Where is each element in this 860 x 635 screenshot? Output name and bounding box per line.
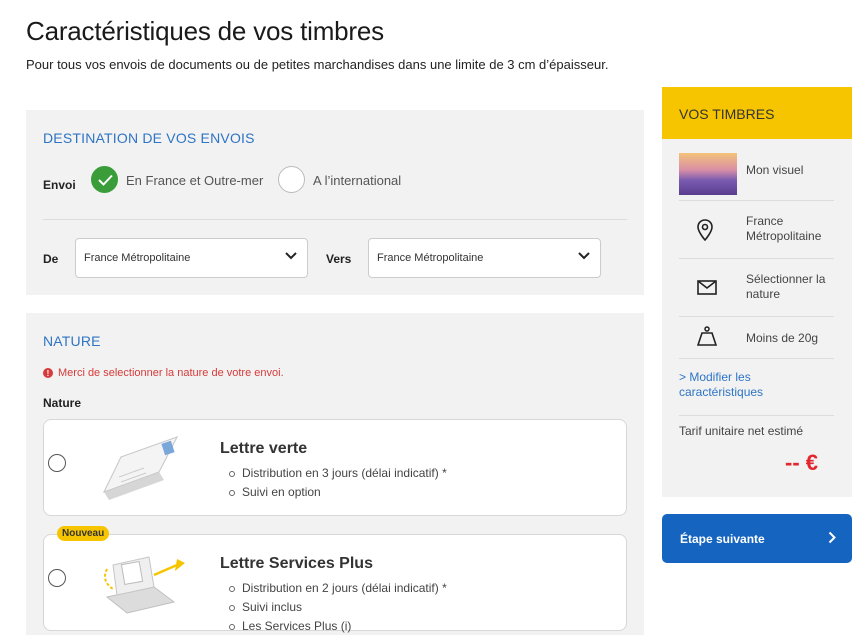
card-title-lettre-services-plus: Lettre Services Plus xyxy=(220,555,373,572)
nature-panel: NATURE ! Merci de selectionner la nature… xyxy=(26,313,644,635)
check-icon xyxy=(98,174,113,186)
sidebar-row-nature: Sélectionner la nature xyxy=(679,259,834,317)
destination-divider xyxy=(43,219,627,220)
sidebar-row-destination: France Métropolitaine xyxy=(679,201,834,259)
envelope-icon xyxy=(697,280,717,295)
nature-error-text: Merci de selectionner la nature de votre… xyxy=(58,367,284,379)
nature-card-lettre-services-plus[interactable]: Nouveau Lettre Services Plus Distributio… xyxy=(43,526,627,633)
nature-label: Nature xyxy=(43,396,82,410)
lettre-services-plus-features: Distribution en 2 jours (délai indicatif… xyxy=(229,579,447,635)
vers-label: Vers xyxy=(326,252,352,266)
envelope-illustration xyxy=(103,436,179,500)
de-select[interactable]: France Métropolitaine xyxy=(75,238,308,278)
lettre-verte-features: Distribution en 3 jours (délai indicatif… xyxy=(229,464,447,502)
laptop-letter-illustration xyxy=(104,556,185,614)
sidebar-nature-text: Sélectionner la nature xyxy=(746,272,826,301)
page-subtitle: Pour tous vos envois de documents ou de … xyxy=(26,57,609,72)
next-step-label: Étape suivante xyxy=(680,532,765,546)
nature-error-message: ! Merci de selectionner la nature de vot… xyxy=(43,367,284,379)
radio-international-label[interactable]: A l’international xyxy=(313,173,401,188)
nature-section-title: NATURE xyxy=(43,333,101,349)
feature-item: Suivi en option xyxy=(229,483,447,502)
location-pin-icon xyxy=(697,219,713,241)
chevron-right-icon xyxy=(828,531,836,544)
nouveau-badge: Nouveau xyxy=(57,526,110,541)
envoi-label: Envoi xyxy=(43,178,76,192)
destination-section-title: DESTINATION DE VOS ENVOIS xyxy=(43,130,255,146)
sidebar-poids-text: Moins de 20g xyxy=(746,331,819,345)
radio-france-label[interactable]: En France et Outre-mer xyxy=(126,173,263,188)
sidebar-row-visuel: Mon visuel xyxy=(679,145,834,201)
de-select-value: France Métropolitaine xyxy=(84,252,191,264)
sidebar-destination-text: France Métropolitaine xyxy=(746,214,822,243)
feature-item: Suivi inclus xyxy=(229,598,447,617)
price-value: -- € xyxy=(785,450,818,475)
vos-timbres-sidebar: VOS TIMBRES Mon visuel France Métropolit… xyxy=(662,87,852,497)
feature-item: Les Services Plus (i) xyxy=(229,617,447,635)
error-icon: ! xyxy=(43,368,53,378)
de-label: De xyxy=(43,252,59,266)
weight-icon xyxy=(697,326,717,346)
chevron-down-icon xyxy=(578,252,590,260)
chevron-down-icon xyxy=(285,252,297,260)
sidebar-visuel-text: Mon visuel xyxy=(746,163,804,177)
page-title: Caractéristiques de vos timbres xyxy=(26,16,384,46)
sidebar-title: VOS TIMBRES xyxy=(662,87,852,139)
feature-item: Distribution en 2 jours (délai indicatif… xyxy=(229,579,447,598)
sidebar-divider xyxy=(679,415,834,416)
visuel-thumbnail xyxy=(679,153,737,195)
radio-france-checked[interactable] xyxy=(91,166,118,193)
vers-select[interactable]: France Métropolitaine xyxy=(368,238,601,278)
destination-panel: DESTINATION DE VOS ENVOIS Envoi En Franc… xyxy=(26,110,644,295)
next-step-button[interactable]: Étape suivante xyxy=(662,514,852,563)
tarif-label: Tarif unitaire net estimé xyxy=(679,424,804,438)
sidebar-row-poids: Moins de 20g xyxy=(679,317,834,359)
radio-international[interactable] xyxy=(278,166,305,193)
radio-lettre-verte[interactable] xyxy=(48,454,66,472)
card-title-lettre-verte: Lettre verte xyxy=(220,440,308,457)
vers-select-value: France Métropolitaine xyxy=(377,252,484,264)
feature-item: Distribution en 3 jours (délai indicatif… xyxy=(229,464,447,483)
modifier-caracteristiques-link[interactable]: > Modifier les caractéristiques xyxy=(679,370,834,400)
nature-card-lettre-verte[interactable]: Lettre verte Distribution en 3 jours (dé… xyxy=(43,419,627,516)
radio-lettre-services-plus[interactable] xyxy=(48,569,66,587)
